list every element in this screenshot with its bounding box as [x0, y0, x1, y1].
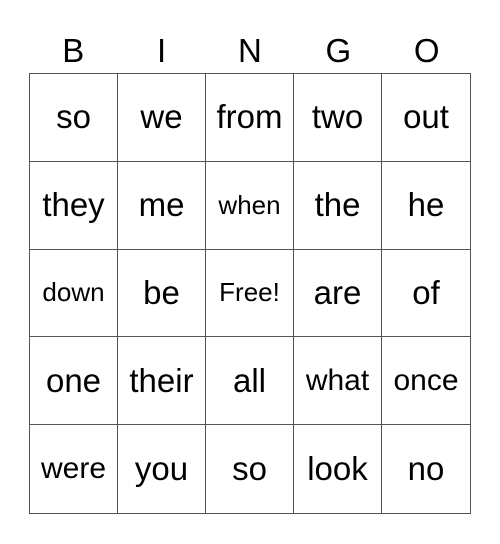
- bingo-cell[interactable]: their: [118, 337, 206, 426]
- header-letter-n: N: [238, 32, 262, 69]
- bingo-cell[interactable]: look: [294, 425, 382, 513]
- bingo-cell[interactable]: what: [294, 337, 382, 426]
- bingo-cell[interactable]: they: [30, 161, 118, 250]
- bingo-cell[interactable]: all: [206, 337, 294, 426]
- bingo-header: B I N G O: [29, 30, 471, 72]
- header-letter-g: G: [325, 32, 352, 69]
- bingo-cell[interactable]: be: [118, 249, 206, 338]
- bingo-cell[interactable]: he: [382, 162, 470, 250]
- bingo-cell[interactable]: you: [118, 425, 206, 513]
- bingo-cell[interactable]: we: [118, 74, 206, 162]
- bingo-cell[interactable]: once: [382, 337, 470, 426]
- bingo-grid: so we from two out they me when the he d…: [29, 73, 471, 514]
- bingo-cell[interactable]: so: [30, 74, 118, 162]
- bingo-cell[interactable]: are: [294, 249, 382, 338]
- bingo-cell[interactable]: me: [118, 161, 206, 250]
- bingo-cell[interactable]: when: [206, 161, 294, 250]
- bingo-cell[interactable]: of: [382, 250, 470, 338]
- bingo-cell[interactable]: two: [294, 74, 382, 162]
- bingo-cell[interactable]: no: [382, 425, 470, 513]
- header-letter-b: B: [62, 32, 85, 69]
- header-letter-i: I: [157, 32, 167, 69]
- bingo-cell[interactable]: out: [382, 74, 470, 162]
- bingo-cell[interactable]: the: [294, 161, 382, 250]
- bingo-cell[interactable]: were: [30, 425, 118, 513]
- header-letter-o: O: [413, 32, 440, 69]
- bingo-cell[interactable]: one: [30, 337, 118, 426]
- free-space-cell[interactable]: Free!: [206, 249, 294, 338]
- bingo-cell[interactable]: so: [206, 425, 294, 513]
- bingo-cell[interactable]: down: [30, 249, 118, 338]
- bingo-cell[interactable]: from: [206, 74, 294, 162]
